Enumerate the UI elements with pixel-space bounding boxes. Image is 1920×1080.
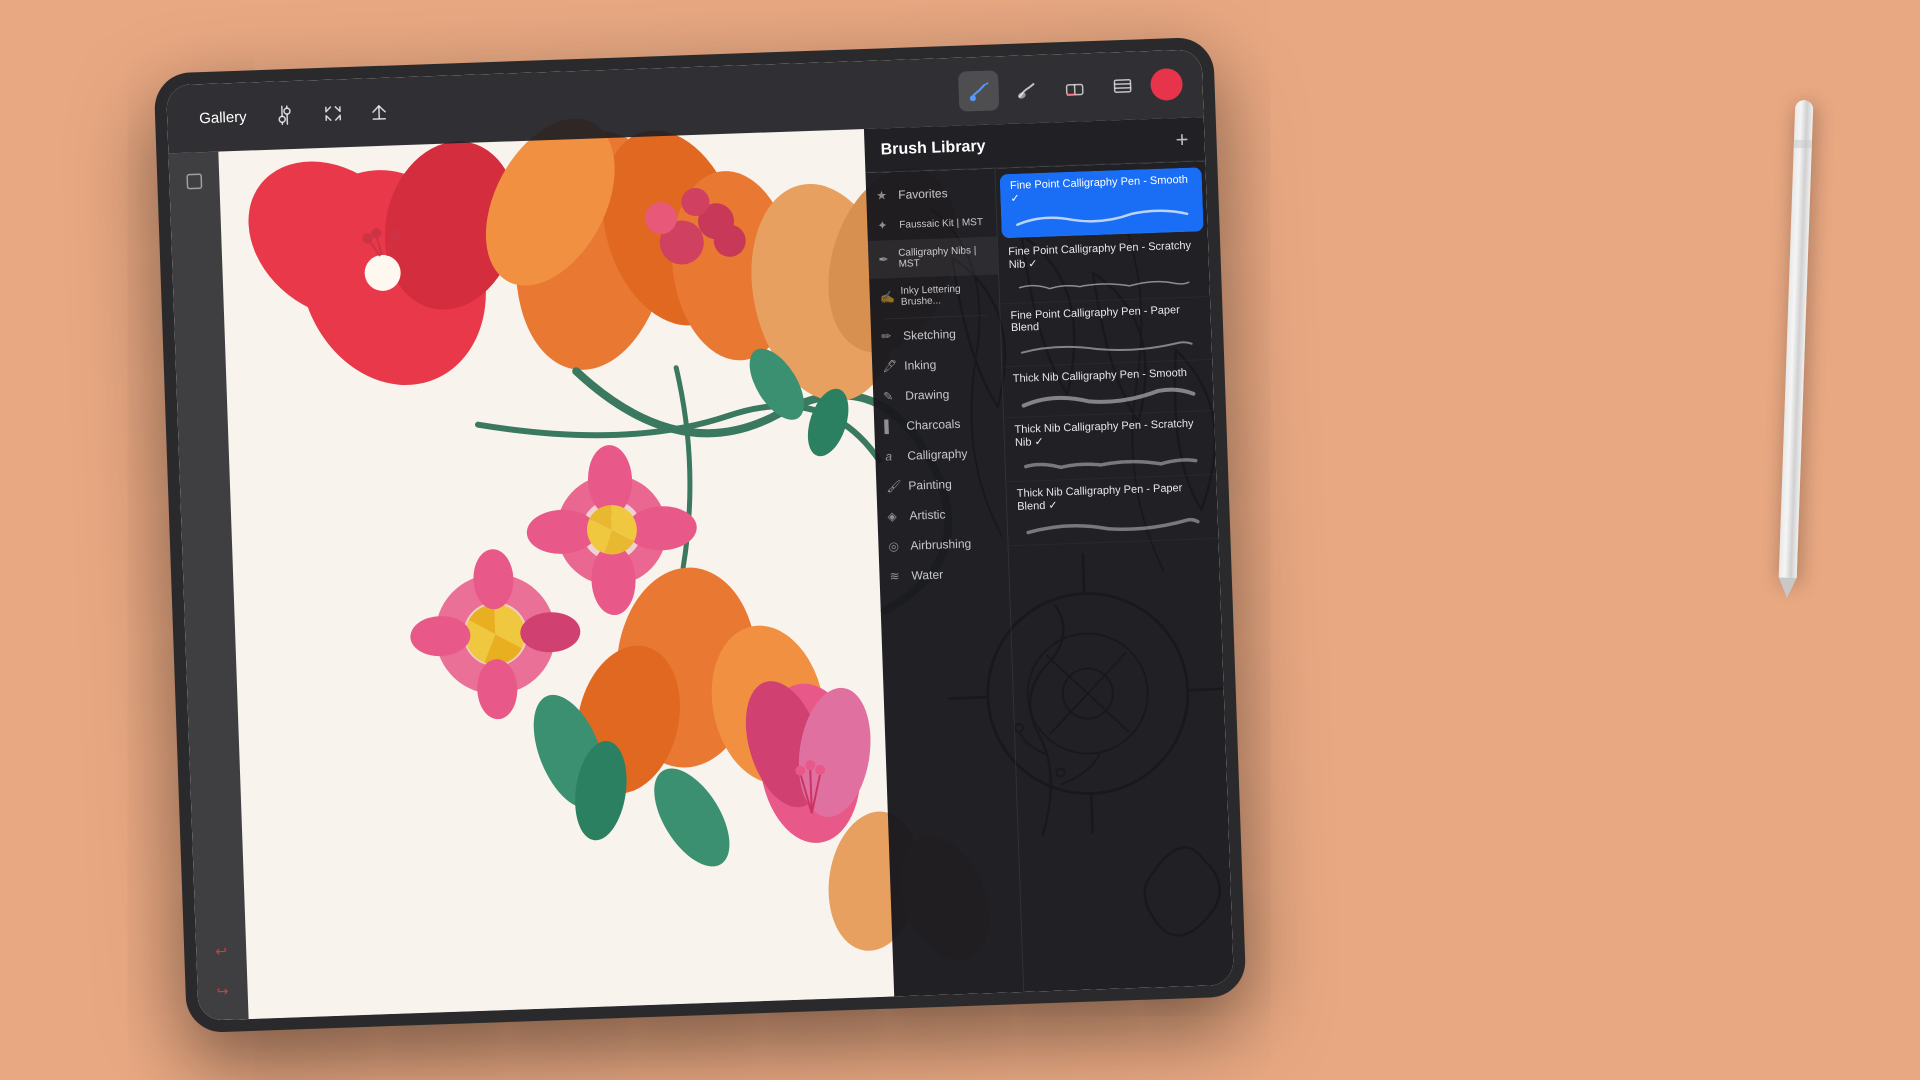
modify-icon[interactable] [177,164,212,199]
ipad-screen: Gallery [166,49,1234,1021]
category-painting[interactable]: 🖌 Painting [876,467,1006,501]
category-calligraphy-nibs[interactable]: ✒ Calligraphy Nibs | MST [868,236,998,278]
brush-name: Thick Nib Calligraphy Pen - Scratchy Nib… [1014,417,1205,449]
smudge-tool-button[interactable] [1006,69,1047,110]
category-calligraphy[interactable]: a Calligraphy [875,437,1005,471]
category-label: Calligraphy Nibs | MST [898,245,988,270]
category-label: Artistic [909,507,945,522]
brush-library-title: Brush Library [880,131,1176,159]
inking-icon: 🖋 [882,359,898,374]
category-label: Calligraphy [907,447,967,463]
scene: Gallery [0,0,1920,1080]
selection-icon[interactable] [314,95,351,132]
brush-name: Fine Point Calligraphy Pen - Smooth ✓ [1010,174,1193,205]
category-label: Inking [904,358,937,373]
eraser-tool-button[interactable] [1054,67,1095,108]
brush-item-fp-smooth[interactable]: Fine Point Calligraphy Pen - Smooth ✓ [1000,167,1204,238]
brush-preview [1018,510,1209,539]
faussaic-icon: ✦ [877,218,893,233]
category-drawing[interactable]: ✎ Drawing [873,377,1003,411]
category-artistic[interactable]: ◈ Artistic [877,497,1007,531]
category-inking-brushes[interactable]: ✍ Inky Lettering Brushe... [869,274,999,316]
category-label: Charcoals [906,417,960,433]
brush-panel: ★ Favorites ✦ Faussaic Kit | MST ✒ Calli… [865,161,1234,996]
charcoals-icon: ▌ [884,419,900,434]
artistic-icon: ◈ [887,509,903,524]
brush-name: Thick Nib Calligraphy Pen - Paper Blend … [1017,481,1208,513]
pencil-band [1794,140,1812,149]
airbrushing-icon: ◎ [888,539,904,554]
water-icon: ≋ [889,569,905,584]
brush-name: Thick Nib Calligraphy Pen - Smooth [1013,366,1203,385]
toolbar-right [958,64,1183,112]
favorites-icon: ★ [876,188,892,203]
apple-pencil [1779,100,1814,580]
brush-preview [1011,331,1202,360]
color-picker-button[interactable] [1150,68,1183,101]
drawing-icon: ✎ [883,389,899,404]
brush-preview [1015,446,1206,475]
brush-item-tn-smooth[interactable]: Thick Nib Calligraphy Pen - Smooth [1002,360,1214,418]
category-label: Drawing [905,387,949,403]
category-label: Sketching [903,327,956,343]
brush-item-tn-paper[interactable]: Thick Nib Calligraphy Pen - Paper Blend … [1006,475,1218,546]
brush-item-fp-scratchy[interactable]: Fine Point Calligraphy Pen - Scratchy Ni… [998,233,1210,304]
ipad-device: Gallery [154,37,1247,1033]
calligraphy-nibs-icon: ✒ [878,252,892,266]
brush-item-tn-scratchy[interactable]: Thick Nib Calligraphy Pen - Scratchy Nib… [1004,411,1216,482]
brush-name: Fine Point Calligraphy Pen - Paper Blend [1010,303,1201,334]
category-charcoals[interactable]: ▌ Charcoals [874,407,1004,441]
transform-icon[interactable] [360,93,397,130]
category-label: Inky Lettering Brushe... [900,283,989,308]
gallery-button[interactable]: Gallery [187,102,259,133]
brush-tool-button[interactable] [958,70,999,111]
category-label: Favorites [898,186,948,202]
brush-preview [1009,268,1200,297]
category-label: Water [911,568,943,583]
brush-item-fp-paper[interactable]: Fine Point Calligraphy Pen - Paper Blend [1000,297,1212,367]
category-favorites[interactable]: ★ Favorites [866,176,996,210]
brush-preview [1013,382,1204,411]
redo-icon[interactable]: ↪ [205,973,240,1008]
category-label: Airbrushing [910,537,971,553]
brush-name: Fine Point Calligraphy Pen - Scratchy Ni… [1008,239,1199,271]
painting-icon: 🖌 [886,479,902,494]
undo-icon[interactable]: ↩ [204,933,239,968]
category-inking[interactable]: 🖋 Inking [872,347,1002,381]
layers-tool-button[interactable] [1102,65,1143,106]
add-brush-button[interactable]: + [1175,128,1189,150]
category-faussaic[interactable]: ✦ Faussaic Kit | MST [867,206,997,240]
pencil-tip [1778,578,1797,599]
brush-list: Fine Point Calligraphy Pen - Smooth ✓ Fi… [995,161,1234,992]
category-label: Faussaic Kit | MST [899,216,983,230]
adjustments-icon[interactable] [268,97,305,134]
category-label: Painting [908,477,952,493]
category-sketching[interactable]: ✏ Sketching [871,317,1001,351]
sketching-icon: ✏ [881,329,897,344]
inking-brushes-icon: ✍ [880,290,895,305]
category-airbrushing[interactable]: ◎ Airbrushing [878,527,1008,561]
category-water[interactable]: ≋ Water [879,557,1009,591]
calligraphy-icon: a [885,449,901,464]
brush-preview [1011,203,1194,231]
